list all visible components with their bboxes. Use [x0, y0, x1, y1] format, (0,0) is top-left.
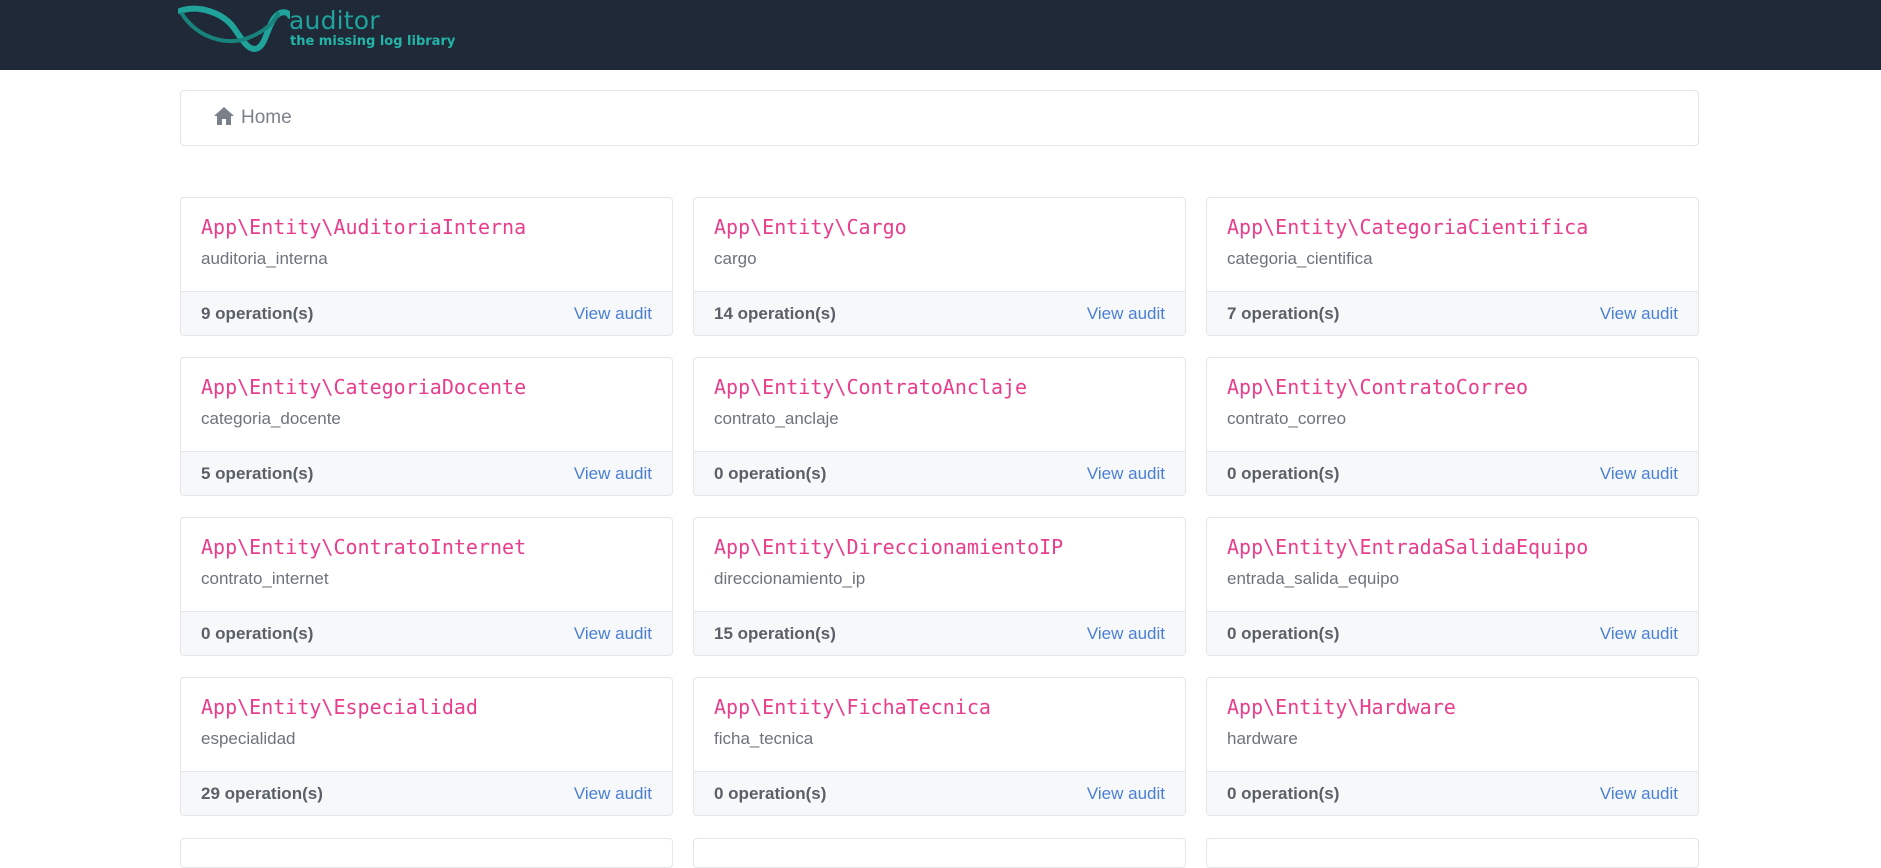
brand-logo-link[interactable]: auditor the missing log library — [178, 2, 455, 56]
entity-table-name: auditoria_interna — [201, 249, 328, 268]
entity-card-grid: App\Entity\AuditoriaInterna auditoria_int… — [180, 197, 1700, 816]
card-body: App\Entity\ContratoCorreo contrato_correo — [1207, 358, 1698, 451]
card-footer: 0 operation(s) View audit — [181, 611, 672, 655]
breadcrumb: Home — [180, 90, 1699, 146]
entity-card: App\Entity\ContratoAnclaje contrato_ancla… — [693, 357, 1186, 496]
card-body: App\Entity\Hardware hardware — [1207, 678, 1698, 771]
entity-class-name: App\Entity\AuditoriaInterna — [201, 215, 527, 239]
card-body: App\Entity\ContratoInternet contrato_inte… — [181, 518, 672, 611]
entity-class-name: App\Entity\ContratoCorreo — [1227, 375, 1529, 399]
entity-table-name: hardware — [1227, 729, 1298, 748]
entity-class-name: App\Entity\FichaTecnica — [714, 695, 991, 719]
view-audit-link[interactable]: View audit — [574, 624, 652, 644]
card-body: App\Entity\CategoriaDocente categoria_doc… — [181, 358, 672, 451]
view-audit-link[interactable]: View audit — [1600, 784, 1678, 804]
breadcrumb-home[interactable]: Home — [241, 107, 292, 129]
view-audit-link[interactable]: View audit — [1087, 624, 1165, 644]
operation-count: 0 operation(s) — [714, 783, 827, 803]
card-footer: 5 operation(s) View audit — [181, 451, 672, 495]
card-footer: 0 operation(s) View audit — [1207, 451, 1698, 495]
entity-card: App\Entity\DireccionamientoIP direccionam… — [693, 517, 1186, 656]
entity-table-name: contrato_correo — [1227, 409, 1347, 428]
card-body: App\Entity\AuditoriaInterna auditoria_int… — [181, 198, 672, 291]
card-body: App\Entity\FichaTecnica ficha_tecnica — [694, 678, 1185, 771]
card-body: App\Entity\Cargo cargo — [694, 198, 1185, 291]
entity-table-name: entrada_salida_equipo — [1227, 569, 1400, 588]
entity-card: App\Entity\Hardware hardware 0 operation(s… — [1206, 677, 1699, 816]
entity-class-name: App\Entity\Hardware — [1227, 695, 1456, 719]
operation-count: 5 operation(s) — [201, 463, 314, 483]
entity-card-partial — [693, 838, 1186, 868]
entity-table-name: ficha_tecnica — [714, 729, 814, 748]
view-audit-link[interactable]: View audit — [1600, 464, 1678, 484]
entity-class-name: App\Entity\Especialidad — [201, 695, 478, 719]
view-audit-link[interactable]: View audit — [1087, 464, 1165, 484]
brand-name: auditor — [289, 6, 380, 35]
entity-class-name: App\Entity\CategoriaDocente — [201, 375, 527, 399]
auditor-logo-icon — [178, 5, 290, 52]
entity-card: App\Entity\Especialidad especialidad 29 op… — [180, 677, 673, 816]
entity-table-name: categoria_docente — [201, 409, 341, 428]
entity-card: App\Entity\FichaTecnica ficha_tecnica 0 op… — [693, 677, 1186, 816]
view-audit-link[interactable]: View audit — [574, 784, 652, 804]
operation-count: 15 operation(s) — [714, 623, 836, 643]
card-footer: 14 operation(s) View audit — [694, 291, 1185, 335]
entity-table-name: contrato_anclaje — [714, 409, 839, 428]
card-body: App\Entity\DireccionamientoIP direccionam… — [694, 518, 1185, 611]
operation-count: 29 operation(s) — [201, 783, 323, 803]
entity-class-name: App\Entity\CategoriaCientifica — [1227, 215, 1589, 239]
card-footer: 0 operation(s) View audit — [694, 771, 1185, 815]
entity-card-partial — [180, 838, 673, 868]
entity-class-name: App\Entity\EntradaSalidaEquipo — [1227, 535, 1589, 559]
card-body: App\Entity\Especialidad especialidad — [181, 678, 672, 771]
card-footer: 15 operation(s) View audit — [694, 611, 1185, 655]
operation-count: 9 operation(s) — [201, 303, 314, 323]
entity-card: App\Entity\Cargo cargo 14 operation(s) View… — [693, 197, 1186, 336]
operation-count: 0 operation(s) — [1227, 783, 1340, 803]
card-footer: 0 operation(s) View audit — [1207, 771, 1698, 815]
entity-card: App\Entity\ContratoCorreo contrato_correo… — [1206, 357, 1699, 496]
entity-card-partial — [1206, 838, 1699, 868]
top-navbar: auditor the missing log library — [0, 0, 1881, 70]
entity-class-name: App\Entity\Cargo — [714, 215, 907, 239]
card-footer: 29 operation(s) View audit — [181, 771, 672, 815]
partial-card-row — [180, 838, 1700, 868]
entity-class-name: App\Entity\ContratoInternet — [201, 535, 527, 559]
operation-count: 0 operation(s) — [1227, 463, 1340, 483]
view-audit-link[interactable]: View audit — [574, 304, 652, 324]
entity-card: App\Entity\CategoriaCientifica categoria_… — [1206, 197, 1699, 336]
entity-table-name: categoria_cientifica — [1227, 249, 1373, 268]
entity-card: App\Entity\EntradaSalidaEquipo entrada_sa… — [1206, 517, 1699, 656]
operation-count: 7 operation(s) — [1227, 303, 1340, 323]
view-audit-link[interactable]: View audit — [1087, 784, 1165, 804]
card-footer: 0 operation(s) View audit — [1207, 611, 1698, 655]
card-footer: 0 operation(s) View audit — [694, 451, 1185, 495]
entity-card: App\Entity\CategoriaDocente categoria_doc… — [180, 357, 673, 496]
entity-table-name: cargo — [714, 249, 757, 268]
view-audit-link[interactable]: View audit — [574, 464, 652, 484]
card-body: App\Entity\ContratoAnclaje contrato_ancla… — [694, 358, 1185, 451]
view-audit-link[interactable]: View audit — [1600, 304, 1678, 324]
brand-tagline: the missing log library — [290, 34, 456, 49]
card-body: App\Entity\CategoriaCientifica categoria_… — [1207, 198, 1698, 291]
view-audit-link[interactable]: View audit — [1600, 624, 1678, 644]
entity-card: App\Entity\AuditoriaInterna auditoria_int… — [180, 197, 673, 336]
home-icon — [214, 107, 234, 125]
operation-count: 0 operation(s) — [1227, 623, 1340, 643]
entity-table-name: contrato_internet — [201, 569, 329, 588]
entity-class-name: App\Entity\DireccionamientoIP — [714, 535, 1064, 559]
operation-count: 14 operation(s) — [714, 303, 836, 323]
card-footer: 7 operation(s) View audit — [1207, 291, 1698, 335]
card-body: App\Entity\EntradaSalidaEquipo entrada_sa… — [1207, 518, 1698, 611]
entity-table-name: especialidad — [201, 729, 296, 748]
entity-class-name: App\Entity\ContratoAnclaje — [714, 375, 1028, 399]
operation-count: 0 operation(s) — [201, 623, 314, 643]
card-footer: 9 operation(s) View audit — [181, 291, 672, 335]
view-audit-link[interactable]: View audit — [1087, 304, 1165, 324]
entity-table-name: direccionamiento_ip — [714, 569, 866, 588]
operation-count: 0 operation(s) — [714, 463, 827, 483]
entity-card: App\Entity\ContratoInternet contrato_inte… — [180, 517, 673, 656]
